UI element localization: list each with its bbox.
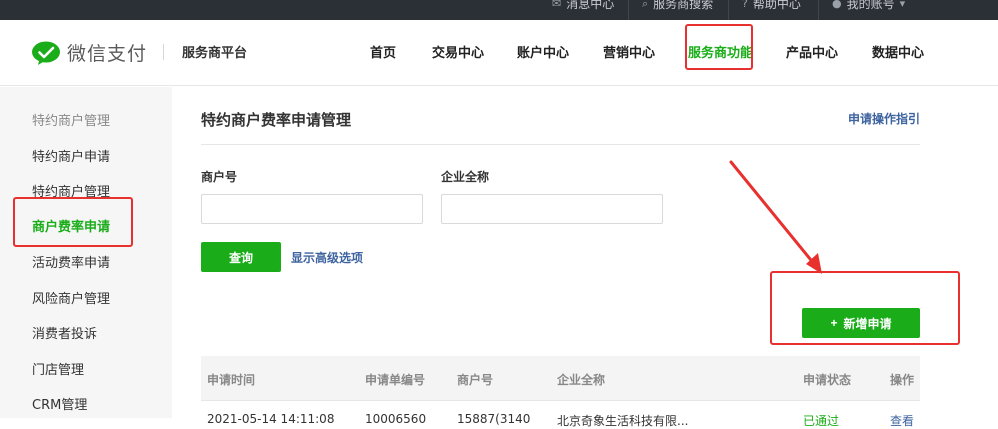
company-name-label: 企业全称	[441, 170, 490, 184]
merchant-id-label: 商户号	[201, 170, 238, 184]
my-account-menu[interactable]: ● 我的账号 ▾	[832, 0, 905, 20]
nav-product-center[interactable]: 产品中心	[786, 42, 838, 61]
guide-link[interactable]: 申请操作指引	[848, 110, 920, 127]
sidebar-item-complaints[interactable]: 消费者投诉	[32, 323, 97, 342]
my-account-label: 我的账号	[846, 0, 895, 11]
table-cell: 2021-05-14 14:11:08	[207, 412, 335, 426]
main-header: 微信支付 服务商平台 首页 交易中心 账户中心 营销中心 服务商功能 产品中心 …	[0, 20, 998, 86]
show-advanced-link[interactable]: 显示高级选项	[291, 249, 363, 266]
column-header: 申请时间	[207, 373, 256, 387]
topbar-divider	[628, 0, 629, 20]
wechat-pay-logo[interactable]: 微信支付	[31, 39, 147, 66]
column-header: 申请状态	[803, 373, 852, 387]
query-button[interactable]: 查询	[201, 242, 281, 272]
annotation-box-sidebar	[13, 197, 133, 247]
nav-trade-center[interactable]: 交易中心	[432, 42, 484, 61]
annotation-box-new-button	[770, 271, 960, 345]
user-icon: ●	[832, 0, 842, 10]
envelope-icon: ✉	[552, 0, 562, 10]
logo-divider	[163, 44, 164, 60]
provider-search-label: 服务商搜索	[653, 0, 714, 11]
nav-home[interactable]: 首页	[370, 42, 396, 61]
annotation-box-nav	[685, 24, 753, 70]
sidebar-item-merchant-apply[interactable]: 特约商户申请	[32, 146, 110, 165]
merchant-id-input[interactable]	[201, 194, 423, 224]
sidebar-item-crm[interactable]: CRM管理	[32, 394, 87, 413]
column-header: 申请单编号	[365, 373, 426, 387]
title-divider	[201, 144, 920, 145]
table-row-divider	[201, 400, 920, 401]
company-name-input[interactable]	[441, 194, 663, 224]
caret-down-icon: ▾	[899, 0, 906, 10]
message-center-link[interactable]: ✉ 消息中心	[552, 0, 614, 20]
topbar-divider	[818, 0, 819, 20]
status-badge: 已通过	[803, 414, 840, 428]
sidebar-item-activity-rate[interactable]: 活动费率申请	[32, 252, 110, 271]
nav-account-center[interactable]: 账户中心	[517, 42, 569, 61]
top-utility-bar: ✉ 消息中心 ⌕ 服务商搜索 ? 帮助中心 ● 我的账号 ▾	[0, 0, 998, 20]
table-cell: 10006560	[365, 412, 427, 426]
nav-data-center[interactable]: 数据中心	[872, 42, 924, 61]
sidebar-section-header: 特约商户管理	[32, 114, 111, 129]
message-center-label: 消息中心	[566, 0, 615, 11]
column-header: 操作	[890, 373, 915, 387]
search-icon: ⌕	[642, 0, 649, 10]
provider-search-link[interactable]: ⌕ 服务商搜索	[642, 0, 713, 20]
platform-name: 服务商平台	[182, 46, 248, 61]
topbar-divider	[728, 0, 729, 20]
table-cell: 15887(3140	[457, 412, 531, 426]
help-icon: ?	[742, 0, 748, 10]
logo-text: 微信支付	[67, 43, 148, 65]
nav-marketing-center[interactable]: 营销中心	[603, 42, 655, 61]
page-title: 特约商户费率申请管理	[201, 111, 352, 129]
column-header: 企业全称	[557, 373, 606, 387]
sidebar-item-risk-merchant[interactable]: 风险商户管理	[32, 288, 110, 307]
table-cell: 北京奇象生活科技有限...	[557, 414, 689, 428]
wechat-pay-logo-icon	[32, 41, 60, 65]
help-center-label: 帮助中心	[752, 0, 801, 11]
view-link[interactable]: 查看	[890, 412, 914, 429]
help-center-link[interactable]: ? 帮助中心	[742, 0, 801, 20]
sidebar-item-store[interactable]: 门店管理	[32, 359, 84, 378]
column-header: 商户号	[457, 373, 494, 387]
